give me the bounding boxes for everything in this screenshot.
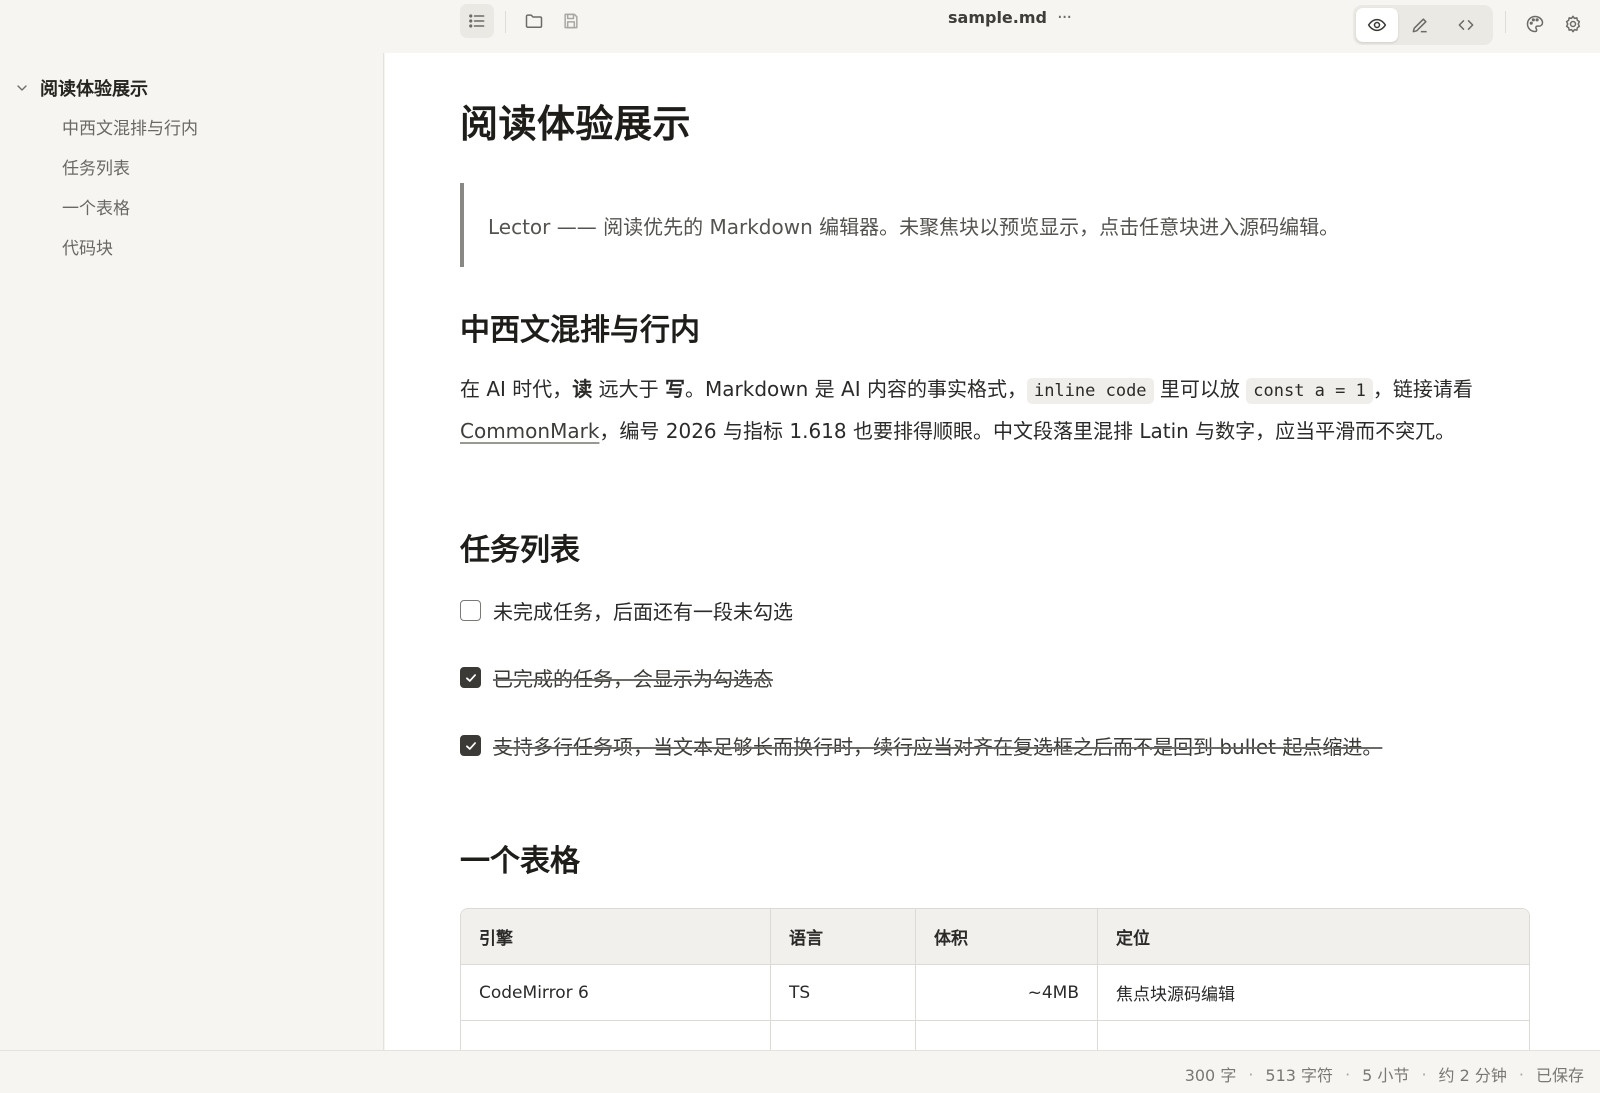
table-row: CodeMirror 6 TS ~4MB 焦点块源码编辑 bbox=[461, 965, 1529, 1021]
view-mode-switch bbox=[1353, 5, 1493, 45]
blockquote[interactable]: Lector —— 阅读优先的 Markdown 编辑器。未聚焦块以预览显示，点… bbox=[460, 183, 1520, 267]
document-editor[interactable]: 阅读体验展示 Lector —— 阅读优先的 Markdown 编辑器。未聚焦块… bbox=[385, 53, 1600, 1050]
outline-item-task-list[interactable]: 任务列表 bbox=[62, 154, 130, 179]
table-row bbox=[461, 1021, 1529, 1050]
document-heading[interactable]: 阅读体验展示 bbox=[460, 93, 691, 148]
column-header: 定位 bbox=[1098, 909, 1529, 965]
data-table[interactable]: 引擎 语言 体积 定位 CodeMirror 6 TS ~4MB 焦点块源码编辑 bbox=[460, 908, 1530, 1050]
table-cell bbox=[771, 1021, 916, 1050]
separator-dot: · bbox=[1518, 1064, 1524, 1084]
chevron-down-icon[interactable] bbox=[14, 80, 30, 96]
task-item: 已完成的任务，会显示为勾选态 bbox=[460, 663, 773, 692]
blockquote-text: Lector —— 阅读优先的 Markdown 编辑器。未聚焦块以预览显示，点… bbox=[488, 214, 1340, 239]
text-run: ，链接请看 bbox=[1372, 377, 1473, 401]
edit-mode-button[interactable] bbox=[1403, 8, 1437, 42]
eye-icon bbox=[1367, 18, 1387, 32]
table-cell: 焦点块源码编辑 bbox=[1098, 965, 1529, 1021]
open-folder-button[interactable] bbox=[517, 4, 551, 38]
table-cell: TS bbox=[771, 965, 916, 1021]
table-cell: CodeMirror 6 bbox=[461, 965, 771, 1021]
theme-button[interactable] bbox=[1518, 7, 1552, 41]
word-count: 300 字 bbox=[1184, 1066, 1237, 1085]
inline-code: const a = 1 bbox=[1246, 378, 1373, 404]
outline-root-item[interactable]: 阅读体验展示 bbox=[14, 75, 148, 101]
task-checkbox[interactable] bbox=[460, 600, 481, 621]
section-heading-mixed-typesetting[interactable]: 中西文混排与行内 bbox=[460, 305, 700, 349]
table-cell: ~4MB bbox=[916, 965, 1098, 1021]
toolbar-divider bbox=[1505, 11, 1506, 33]
code-icon bbox=[1458, 20, 1474, 30]
settings-button[interactable] bbox=[1556, 7, 1590, 41]
palette-icon bbox=[1526, 15, 1544, 33]
table-header-row: 引擎 语言 体积 定位 bbox=[461, 909, 1529, 965]
text-run: 。Markdown 是 AI 内容的事实格式， bbox=[685, 377, 1027, 401]
more-options-button[interactable]: ··· bbox=[1057, 7, 1072, 28]
document-stats: 300 字 · 513 字符 · 5 小节 · 约 2 分钟 · 已保存 bbox=[1185, 1062, 1584, 1086]
section-heading-task-list[interactable]: 任务列表 bbox=[460, 525, 580, 569]
save-icon bbox=[564, 13, 578, 29]
column-header: 体积 bbox=[916, 909, 1098, 965]
separator-dot: · bbox=[1421, 1064, 1427, 1084]
status-bar: 300 字 · 513 字符 · 5 小节 · 约 2 分钟 · 已保存 bbox=[0, 1050, 1600, 1093]
outline-toggle-button[interactable] bbox=[460, 4, 494, 38]
paragraph[interactable]: 在 AI 时代，读 远大于 写。Markdown 是 AI 内容的事实格式， in… bbox=[460, 369, 1530, 451]
task-checkbox[interactable] bbox=[460, 667, 481, 688]
column-header: 引擎 bbox=[461, 909, 771, 965]
table-cell bbox=[1098, 1021, 1529, 1050]
task-text: 未完成任务，后面还有一段未勾选 bbox=[493, 600, 793, 624]
separator-dot: · bbox=[1345, 1064, 1351, 1084]
section-count: 5 小节 bbox=[1362, 1066, 1410, 1085]
task-item: 未完成任务，后面还有一段未勾选 bbox=[460, 596, 793, 625]
filename-label: sample.md bbox=[948, 8, 1047, 27]
preview-mode-button[interactable] bbox=[1356, 8, 1398, 42]
text-run: 在 AI 时代， bbox=[460, 377, 573, 401]
bold-text: 写 bbox=[665, 377, 686, 401]
outline-sidebar: 阅读体验展示 中西文混排与行内 任务列表 一个表格 代码块 bbox=[0, 53, 384, 1050]
bold-text: 读 bbox=[572, 377, 593, 401]
text-run: 里可以放 bbox=[1153, 377, 1247, 401]
checkmark-icon bbox=[465, 673, 476, 682]
inline-code: inline code bbox=[1026, 378, 1154, 404]
top-toolbar: sample.md ··· bbox=[0, 0, 1600, 53]
text-run: 远大于 bbox=[592, 377, 666, 401]
folder-icon bbox=[525, 14, 543, 28]
gear-icon bbox=[1565, 15, 1581, 33]
pencil-icon bbox=[1412, 18, 1427, 33]
list-icon bbox=[469, 14, 485, 28]
outline-item-code-block[interactable]: 代码块 bbox=[62, 234, 113, 259]
save-button[interactable] bbox=[554, 4, 588, 38]
text-run: ，编号 2026 与指标 1.618 也要排得顺眼。中文段落里混排 Latin … bbox=[599, 419, 1456, 443]
separator-dot: · bbox=[1248, 1064, 1254, 1084]
task-item: 支持多行任务项，当文本足够长而换行时，续行应当对齐在复选框之后而不是回到 bul… bbox=[460, 731, 1382, 760]
task-text: 支持多行任务项，当文本足够长而换行时，续行应当对齐在复选框之后而不是回到 bul… bbox=[493, 735, 1383, 759]
reading-time: 约 2 分钟 bbox=[1438, 1066, 1507, 1085]
column-header: 语言 bbox=[771, 909, 916, 965]
table-cell bbox=[461, 1021, 771, 1050]
save-status: 已保存 bbox=[1535, 1066, 1584, 1085]
char-count: 513 字符 bbox=[1265, 1066, 1334, 1085]
section-heading-table[interactable]: 一个表格 bbox=[460, 836, 580, 880]
toolbar-divider bbox=[505, 11, 506, 33]
table-cell bbox=[916, 1021, 1098, 1050]
task-text: 已完成的任务，会显示为勾选态 bbox=[493, 667, 773, 691]
commonmark-link[interactable]: CommonMark bbox=[460, 419, 599, 443]
outline-item-mixed-typesetting[interactable]: 中西文混排与行内 bbox=[62, 114, 198, 139]
task-checkbox[interactable] bbox=[460, 735, 481, 756]
document-title: sample.md ··· bbox=[948, 7, 1072, 28]
outline-root-label: 阅读体验展示 bbox=[40, 79, 148, 100]
outline-item-table[interactable]: 一个表格 bbox=[62, 194, 130, 219]
source-mode-button[interactable] bbox=[1449, 8, 1483, 42]
checkmark-icon bbox=[465, 741, 476, 750]
